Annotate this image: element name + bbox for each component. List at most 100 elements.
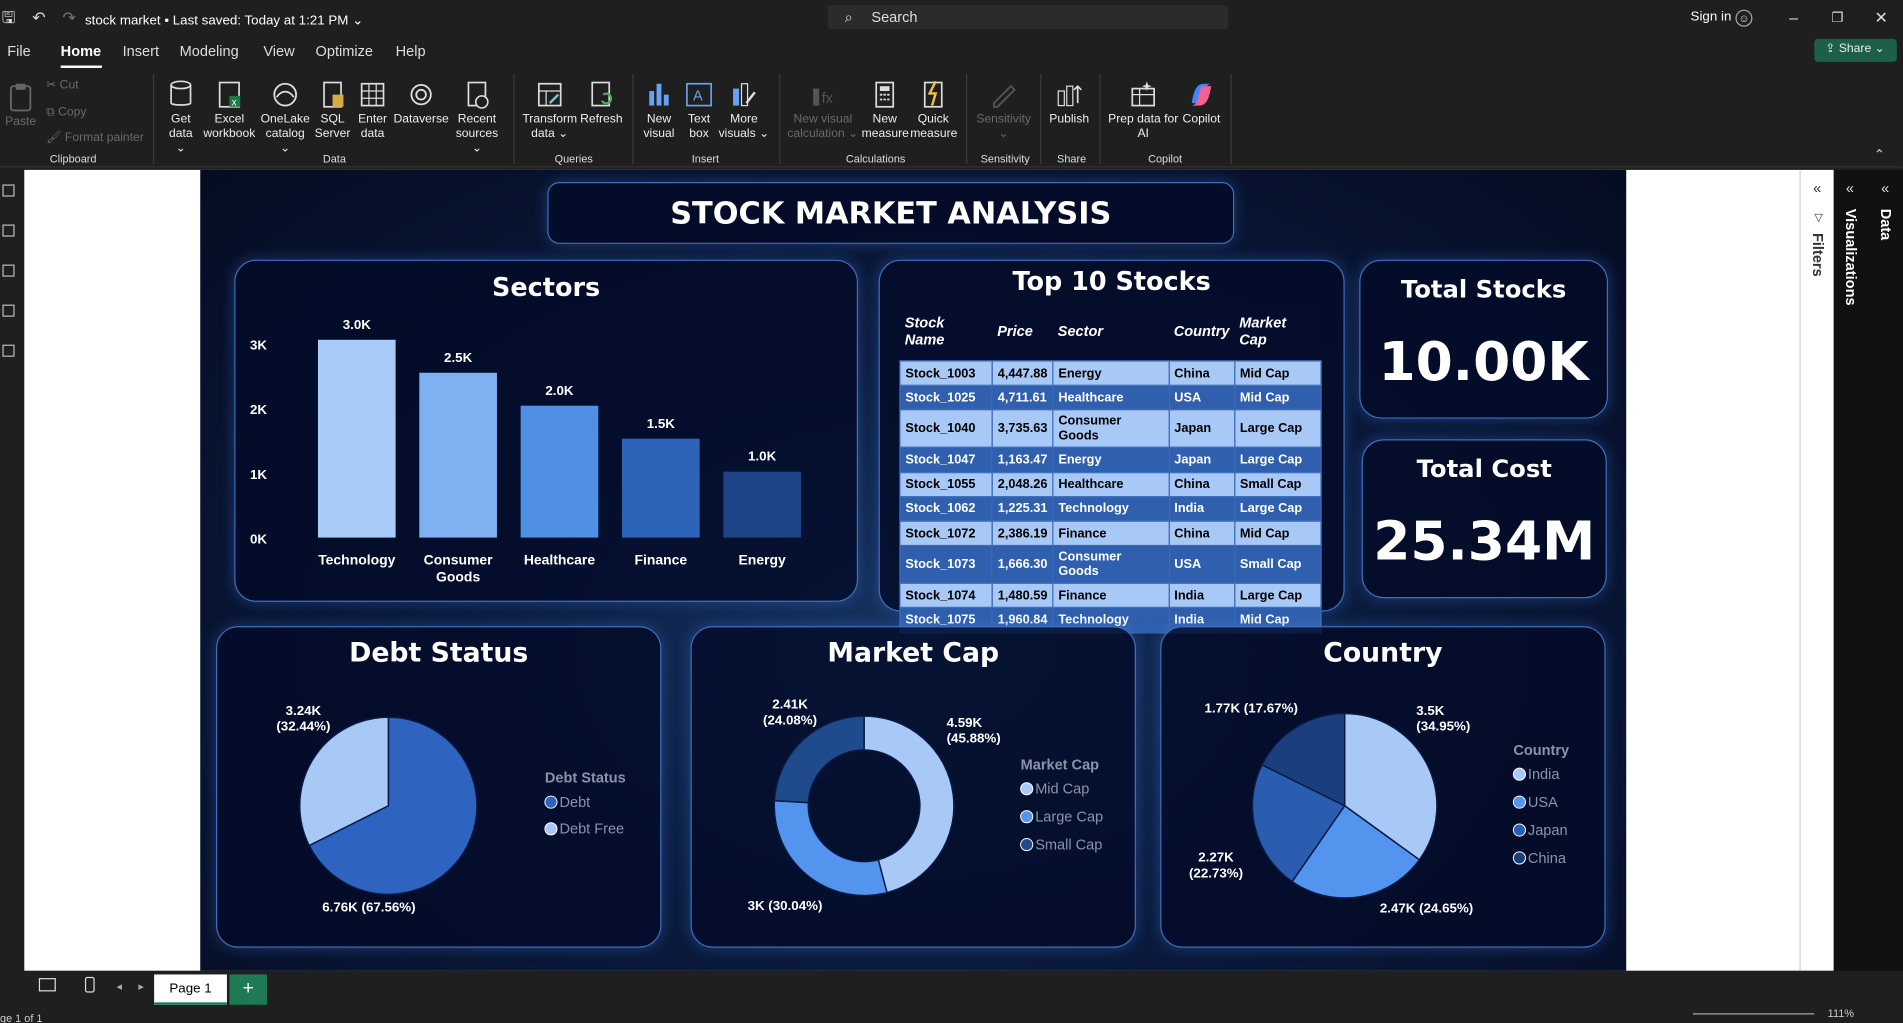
legend-marker[interactable] xyxy=(1020,838,1034,852)
legend-marker[interactable] xyxy=(544,795,558,809)
top10-card[interactable]: Top 10 Stocks Stock Name Price Sector Count… xyxy=(878,259,1345,633)
column-header[interactable]: Market Cap xyxy=(1234,307,1322,362)
menu-help[interactable]: Help xyxy=(396,42,426,59)
file-title[interactable]: stock market • Last saved: Today at 1:21… xyxy=(85,12,363,28)
transform-data-button[interactable]: Transform data ⌄ xyxy=(522,79,578,142)
table-row[interactable]: Stock_1073 1,666.30 Consumer Goods USA Small… xyxy=(899,545,1322,584)
legend-marker[interactable] xyxy=(1020,782,1034,796)
sectors-card[interactable]: Sectors 0K 1K 2K 3K 3.0K Technology 2.5K Consum… xyxy=(234,259,859,602)
menu-modeling[interactable]: Modeling xyxy=(180,42,239,59)
search-input[interactable]: ⌕ Search xyxy=(827,4,1229,30)
menu-home[interactable]: Home xyxy=(61,42,101,59)
text-box-button[interactable]: A Text box xyxy=(682,79,716,142)
column-header[interactable]: Price xyxy=(992,307,1053,362)
pie-slice[interactable] xyxy=(773,715,865,804)
legend-marker[interactable] xyxy=(1512,851,1526,865)
table-row[interactable]: Stock_1062 1,225.31 Technology India Large C… xyxy=(899,496,1322,522)
table-row[interactable]: Stock_1047 1,163.47 Energy Japan Large Cap xyxy=(899,447,1322,473)
more-visuals-button[interactable]: More visuals ⌄ xyxy=(718,79,769,142)
report-view-icon[interactable] xyxy=(2,184,15,197)
data-pane[interactable]: « Data xyxy=(1868,169,1903,971)
new-visual-button[interactable]: New visual xyxy=(640,79,679,142)
mobile-layout-icon[interactable] xyxy=(84,976,95,993)
legend-marker[interactable] xyxy=(1512,767,1526,781)
legend-item[interactable]: Debt xyxy=(559,795,590,811)
legend-item[interactable]: Debt Free xyxy=(559,822,624,838)
legend-item[interactable]: USA xyxy=(1528,795,1558,811)
minimize-icon[interactable]: – xyxy=(1783,7,1805,29)
sign-in-link[interactable]: Sign in xyxy=(1691,10,1732,25)
visualizations-pane[interactable]: « Visualizations xyxy=(1833,169,1869,971)
menu-view[interactable]: View xyxy=(263,42,294,59)
market-cap-card[interactable]: Market Cap 4.59K (45.88%) 3K (30.04%) 2.41K… xyxy=(690,626,1136,948)
get-data-button[interactable]: Get data ⌄ xyxy=(163,79,199,157)
undo-icon[interactable]: ↶ xyxy=(30,9,47,27)
model-view-icon[interactable] xyxy=(2,264,15,277)
avatar-icon[interactable]: ☺ xyxy=(1735,9,1753,27)
dataverse-button[interactable]: Dataverse xyxy=(393,79,449,128)
menu-file[interactable]: File xyxy=(7,42,30,59)
table-row[interactable]: Stock_1003 4,447.88 Energy China Mid Cap xyxy=(899,360,1322,387)
page-tab[interactable]: Page 1 xyxy=(154,974,227,1005)
legend-marker[interactable] xyxy=(544,822,558,836)
menu-optimize[interactable]: Optimize xyxy=(316,42,373,59)
publish-button[interactable]: Publish xyxy=(1046,79,1092,128)
legend-marker[interactable] xyxy=(1512,795,1526,809)
copilot-button[interactable]: Copilot xyxy=(1180,79,1224,128)
debt-status-card[interactable]: Debt Status 6.76K (67.56%) 3.24K (32.44%) D… xyxy=(216,626,662,948)
copy-button[interactable]: ⧉ Copy xyxy=(46,106,86,121)
legend-marker[interactable] xyxy=(1512,823,1526,837)
table-row[interactable]: Stock_1025 4,711.61 Healthcare USA Mid Cap xyxy=(899,384,1322,411)
legend-item[interactable]: Large Cap xyxy=(1035,810,1103,826)
total-cost-card[interactable]: Total Cost 25.34M xyxy=(1361,439,1607,599)
prep-data-for-ai-button[interactable]: Prep data for AI xyxy=(1107,79,1180,142)
enter-data-button[interactable]: Enter data xyxy=(356,79,390,142)
legend-marker[interactable] xyxy=(1020,810,1034,824)
bar[interactable] xyxy=(621,438,700,538)
expand-filters-icon[interactable]: « xyxy=(1813,180,1821,197)
legend-item[interactable]: Mid Cap xyxy=(1035,782,1089,798)
new-visual-calculation-button[interactable]: fx New visual calculation ⌄ xyxy=(786,79,859,142)
expand-visualizations-icon[interactable]: « xyxy=(1846,180,1854,197)
refresh-button[interactable]: Refresh xyxy=(580,79,623,128)
excel-workbook-button[interactable]: x Excel workbook xyxy=(203,79,256,142)
restore-icon[interactable]: ❐ xyxy=(1826,7,1848,29)
format-painter-button[interactable]: 🖌 Format painter xyxy=(46,131,144,146)
sensitivity-button[interactable]: Sensitivity ⌄ xyxy=(973,79,1034,142)
sql-server-button[interactable]: SQL Server xyxy=(314,79,350,142)
bar[interactable] xyxy=(520,405,599,538)
country-card[interactable]: Country 3.5K (34.95%) 2.47K (24.65%) 2.27K(… xyxy=(1160,626,1606,948)
table-row[interactable]: Stock_1055 2,048.26 Healthcare China Small C… xyxy=(899,471,1322,498)
share-button[interactable]: ⇪ Share ⌄ xyxy=(1814,38,1897,62)
table-row[interactable]: Stock_1074 1,480.59 Finance India Large Cap xyxy=(899,582,1322,609)
onelake-catalog-button[interactable]: OneLake catalog ⌄ xyxy=(260,79,311,157)
dax-query-view-icon[interactable] xyxy=(2,304,15,317)
legend-item[interactable]: Japan xyxy=(1528,823,1568,839)
bar[interactable] xyxy=(723,471,801,538)
pie-slice[interactable] xyxy=(773,799,888,897)
tmdl-view-icon[interactable] xyxy=(2,344,15,357)
cut-button[interactable]: ✂ Cut xyxy=(46,79,78,94)
bar[interactable] xyxy=(317,339,396,538)
zoom-slider[interactable] xyxy=(1692,1013,1815,1015)
close-icon[interactable]: ✕ xyxy=(1870,7,1892,29)
legend-item[interactable]: Small Cap xyxy=(1035,837,1102,853)
desktop-layout-icon[interactable] xyxy=(38,978,56,992)
redo-icon[interactable]: ↷ xyxy=(61,9,78,27)
column-header[interactable]: Stock Name xyxy=(899,307,993,362)
save-icon[interactable]: 🖫 xyxy=(0,9,17,27)
menu-insert[interactable]: Insert xyxy=(123,42,159,59)
new-measure-button[interactable]: New measure xyxy=(862,79,909,142)
filters-pane[interactable]: « ▽ Filters xyxy=(1799,169,1834,971)
expand-data-icon[interactable]: « xyxy=(1881,180,1889,197)
collapse-ribbon-icon[interactable]: ⌃ xyxy=(1874,147,1885,163)
column-header[interactable]: Sector xyxy=(1052,307,1169,362)
legend-item[interactable]: India xyxy=(1528,767,1560,783)
table-row[interactable]: Stock_1040 3,735.63 Consumer Goods Japan Lar… xyxy=(899,409,1322,449)
quick-measure-button[interactable]: Quick measure xyxy=(910,79,957,142)
prev-page-icon[interactable]: ◂ xyxy=(117,981,122,994)
column-header[interactable]: Country xyxy=(1168,307,1235,362)
bar[interactable] xyxy=(419,372,497,538)
table-row[interactable]: Stock_1072 2,386.19 Finance China Mid Cap xyxy=(899,520,1322,547)
legend-item[interactable]: China xyxy=(1528,851,1567,867)
